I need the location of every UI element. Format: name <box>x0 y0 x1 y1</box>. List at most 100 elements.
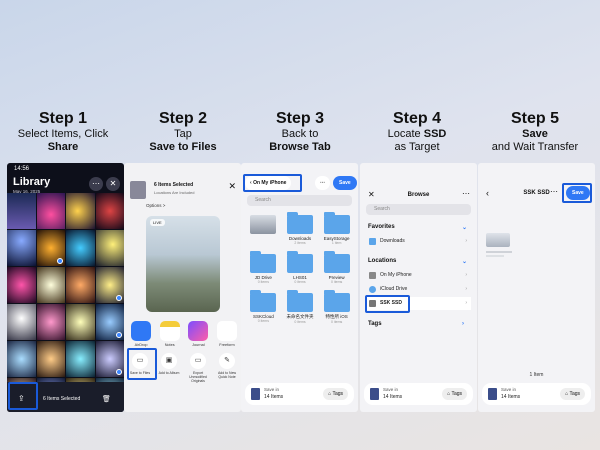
live-badge: LIVE <box>150 219 165 226</box>
note-icon: ✎ <box>219 353 235 369</box>
tags-button[interactable]: ⌂ Tags <box>323 388 348 400</box>
location-on-my-iphone[interactable]: On My iPhone › <box>366 269 471 282</box>
app-journal[interactable]: Journal <box>187 321 209 347</box>
phone-screen-files-location: ‹ On My iPhone ⋯ Save Search Downloads 2 … <box>241 163 358 412</box>
app-row: AirDrop Notes Journal Freeform <box>130 321 238 347</box>
step-line1: Save <box>522 128 548 140</box>
section-label: Favorites <box>368 224 395 230</box>
library-title: Library <box>13 176 51 188</box>
photo-thumb[interactable] <box>66 267 95 303</box>
check-icon <box>116 295 122 301</box>
favorite-downloads[interactable]: Downloads › <box>366 235 471 248</box>
tags-button[interactable]: ⌂ Tags <box>560 388 585 400</box>
chevron-right-icon: › <box>465 238 467 244</box>
folder-count: 2 items <box>294 241 306 245</box>
photo-thumb[interactable] <box>95 193 124 229</box>
photo-thumb[interactable] <box>36 341 65 377</box>
more-button[interactable]: ⋯ <box>315 176 330 190</box>
chevron-right-icon: › <box>465 300 467 306</box>
selection-count: 6 Items Selected <box>43 396 81 402</box>
more-icon[interactable]: ⋯ <box>550 187 558 196</box>
tags-header[interactable]: Tags › <box>368 321 464 327</box>
folder-item[interactable] <box>245 215 282 245</box>
file-caption-line <box>486 251 512 253</box>
action-quick-note[interactable]: ✎ Add to New Quick Note <box>215 353 239 383</box>
tags-label: Tags <box>332 391 343 397</box>
photo-thumb[interactable] <box>95 304 124 340</box>
photo-thumb[interactable] <box>66 304 95 340</box>
photo-thumb[interactable] <box>7 193 36 229</box>
search-input[interactable]: Search <box>366 204 471 215</box>
folder-item[interactable]: Preview 0 items <box>318 251 355 284</box>
folder-icon <box>250 251 277 273</box>
search-input[interactable]: Search <box>247 195 352 206</box>
file-thumbnail[interactable] <box>486 233 510 247</box>
row-label: Downloads <box>380 238 405 244</box>
tags-label: Tags <box>569 391 580 397</box>
photo-thumb[interactable] <box>36 230 65 266</box>
photo-thumb[interactable] <box>7 341 36 377</box>
app-airdrop[interactable]: AirDrop <box>130 321 152 347</box>
close-icon[interactable]: ✕ <box>228 181 236 192</box>
trash-icon[interactable]: 🗑 <box>102 395 111 403</box>
section-label: Tags <box>368 321 382 327</box>
favorites-header[interactable]: Favorites ⌄ <box>368 224 467 231</box>
more-icon[interactable]: ⋯ <box>89 177 103 191</box>
status-time: 14:56 <box>14 166 30 172</box>
photo-thumb[interactable] <box>95 341 124 377</box>
photo-thumb[interactable] <box>66 341 95 377</box>
step-title: Step 5 <box>510 110 559 127</box>
more-icon[interactable]: ⋯ <box>462 189 470 198</box>
app-notes[interactable]: Notes <box>159 321 181 347</box>
tags-label: Tags <box>451 391 462 397</box>
save-in-label: Save in <box>383 387 399 392</box>
photo-thumb[interactable] <box>66 230 95 266</box>
folder-item[interactable]: LHS01 0 items <box>282 251 319 284</box>
folder-item[interactable]: 未命名文件夹 0 items <box>282 290 319 324</box>
action-export-originals[interactable]: ▭ Export Unmodified Originals <box>186 353 210 383</box>
photo-thumb[interactable] <box>36 304 65 340</box>
photo-thumb[interactable] <box>36 267 65 303</box>
download-icon <box>369 238 376 245</box>
save-button[interactable]: Save <box>333 176 357 190</box>
photo-thumb[interactable] <box>95 267 124 303</box>
folder-icon <box>323 251 350 273</box>
file-caption <box>486 251 512 259</box>
save-in-label: Save in <box>501 387 517 392</box>
folder-item[interactable]: SSKCloud 0 items <box>245 290 282 324</box>
locations-header[interactable]: Locations ⌄ <box>368 258 467 265</box>
folder-grid: Downloads 2 items EasyStorage 1 item JD Dr… <box>245 212 355 324</box>
folder-item[interactable]: Downloads 2 items <box>282 212 319 245</box>
folder-item[interactable]: JD Drive 0 items <box>245 251 282 284</box>
photo-thumb[interactable] <box>7 304 36 340</box>
check-icon <box>116 332 122 338</box>
action-label: Export Unmodified Originals <box>189 371 207 383</box>
photo-thumb[interactable] <box>66 193 95 229</box>
photo-grid <box>7 193 124 412</box>
save-in-label: Save in <box>264 387 280 392</box>
step-5-heading: Step 5 Save and Wait Transfer <box>476 110 594 154</box>
step-line2: and Wait Transfer <box>491 141 579 153</box>
close-icon[interactable]: ✕ <box>106 177 120 191</box>
row-label: iCloud Drive <box>380 286 408 292</box>
photo-thumb[interactable] <box>95 230 124 266</box>
options-link[interactable]: Options > <box>146 203 165 208</box>
section-label: Locations <box>368 258 397 264</box>
photo-thumb[interactable] <box>36 193 65 229</box>
step-line2: Share <box>47 141 79 153</box>
chevron-right-icon: › <box>462 321 464 327</box>
step-1-heading: Step 1 Select Items, Click Share <box>4 110 122 154</box>
chevron-down-icon: ⌄ <box>462 259 468 265</box>
folder-icon <box>286 290 313 312</box>
photo-thumb[interactable] <box>7 267 36 303</box>
folder-item[interactable]: EasyStorage 1 item <box>318 212 355 245</box>
photo-thumb[interactable] <box>7 230 36 266</box>
app-freeform[interactable]: Freeform <box>216 321 238 347</box>
folder-item[interactable]: 特性所 iOS 0 items <box>318 290 355 324</box>
tags-button[interactable]: ⌂ Tags <box>442 388 467 400</box>
step-line1: Select Items, Click <box>17 128 109 140</box>
action-add-to-album[interactable]: ▣ Add to Album <box>157 353 181 383</box>
file-caption-line <box>486 255 504 257</box>
save-to-files-highlight <box>127 348 157 380</box>
file-stack-icon <box>251 388 260 400</box>
